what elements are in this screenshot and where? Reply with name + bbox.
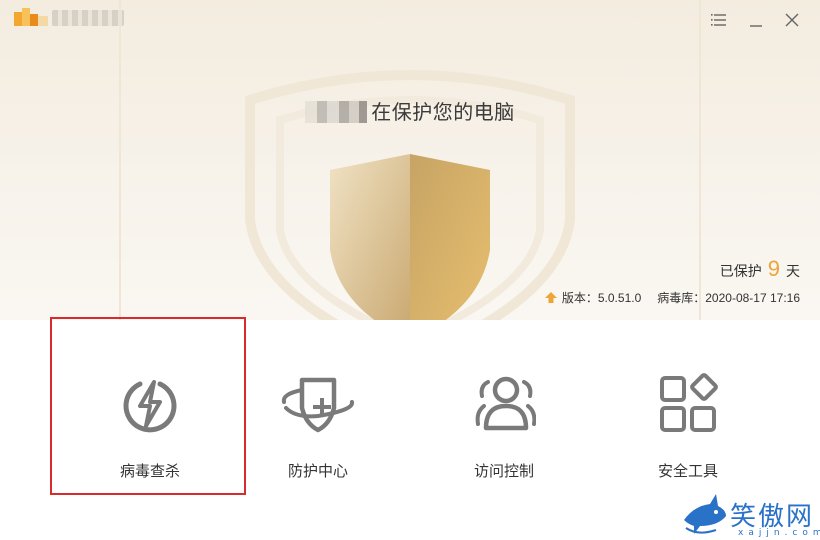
site-watermark: 笑傲网 xajjn.com: [680, 490, 820, 540]
virus-db-label: 病毒库：2020-08-17 17:16: [657, 291, 800, 305]
close-button[interactable]: [780, 8, 804, 32]
minimize-button[interactable]: [744, 8, 768, 32]
shield-plus-icon: [281, 377, 355, 433]
status-hero: 在保护您的电脑 已保护 9 天 版本：5.0.51.0 病毒库：2020-08-…: [0, 0, 820, 320]
blurred-product-name: [305, 101, 368, 123]
apps-grid-icon: [660, 373, 718, 432]
action-access-control[interactable]: 访问控制: [404, 320, 604, 498]
protected-suffix: 天: [786, 263, 800, 279]
version-label: 版本：5.0.51.0: [561, 291, 642, 305]
lightning-circle-icon: [123, 380, 177, 433]
action-security-tools[interactable]: 安全工具: [588, 320, 788, 498]
shark-logo-icon: [684, 494, 726, 534]
action-label: 安全工具: [657, 463, 718, 480]
app-logo: [14, 8, 48, 26]
upgrade-icon[interactable]: [544, 291, 558, 305]
protected-days-count: 9: [767, 256, 780, 281]
watermark-url: xajjn.com: [738, 528, 820, 538]
protected-days: 已保护 9 天: [720, 256, 800, 282]
menu-icon: [711, 14, 726, 26]
protection-status-title: 在保护您的电脑: [0, 96, 820, 125]
action-label: 访问控制: [473, 463, 534, 480]
app-window: 在保护您的电脑 已保护 9 天 版本：5.0.51.0 病毒库：2020-08-…: [0, 0, 820, 540]
action-protection-center[interactable]: 防护中心: [218, 320, 418, 498]
version-info: 版本：5.0.51.0 病毒库：2020-08-17 17:16: [544, 289, 800, 306]
close-icon: [785, 13, 799, 27]
protection-shield-icon: [330, 154, 490, 320]
users-icon: [475, 376, 536, 431]
minimize-icon: [750, 25, 762, 27]
status-text: 在保护您的电脑: [371, 102, 515, 124]
app-name-blurred: [52, 10, 124, 26]
action-label: 防护中心: [287, 463, 348, 480]
protected-prefix: 已保护: [719, 263, 762, 279]
menu-button[interactable]: [708, 8, 732, 32]
